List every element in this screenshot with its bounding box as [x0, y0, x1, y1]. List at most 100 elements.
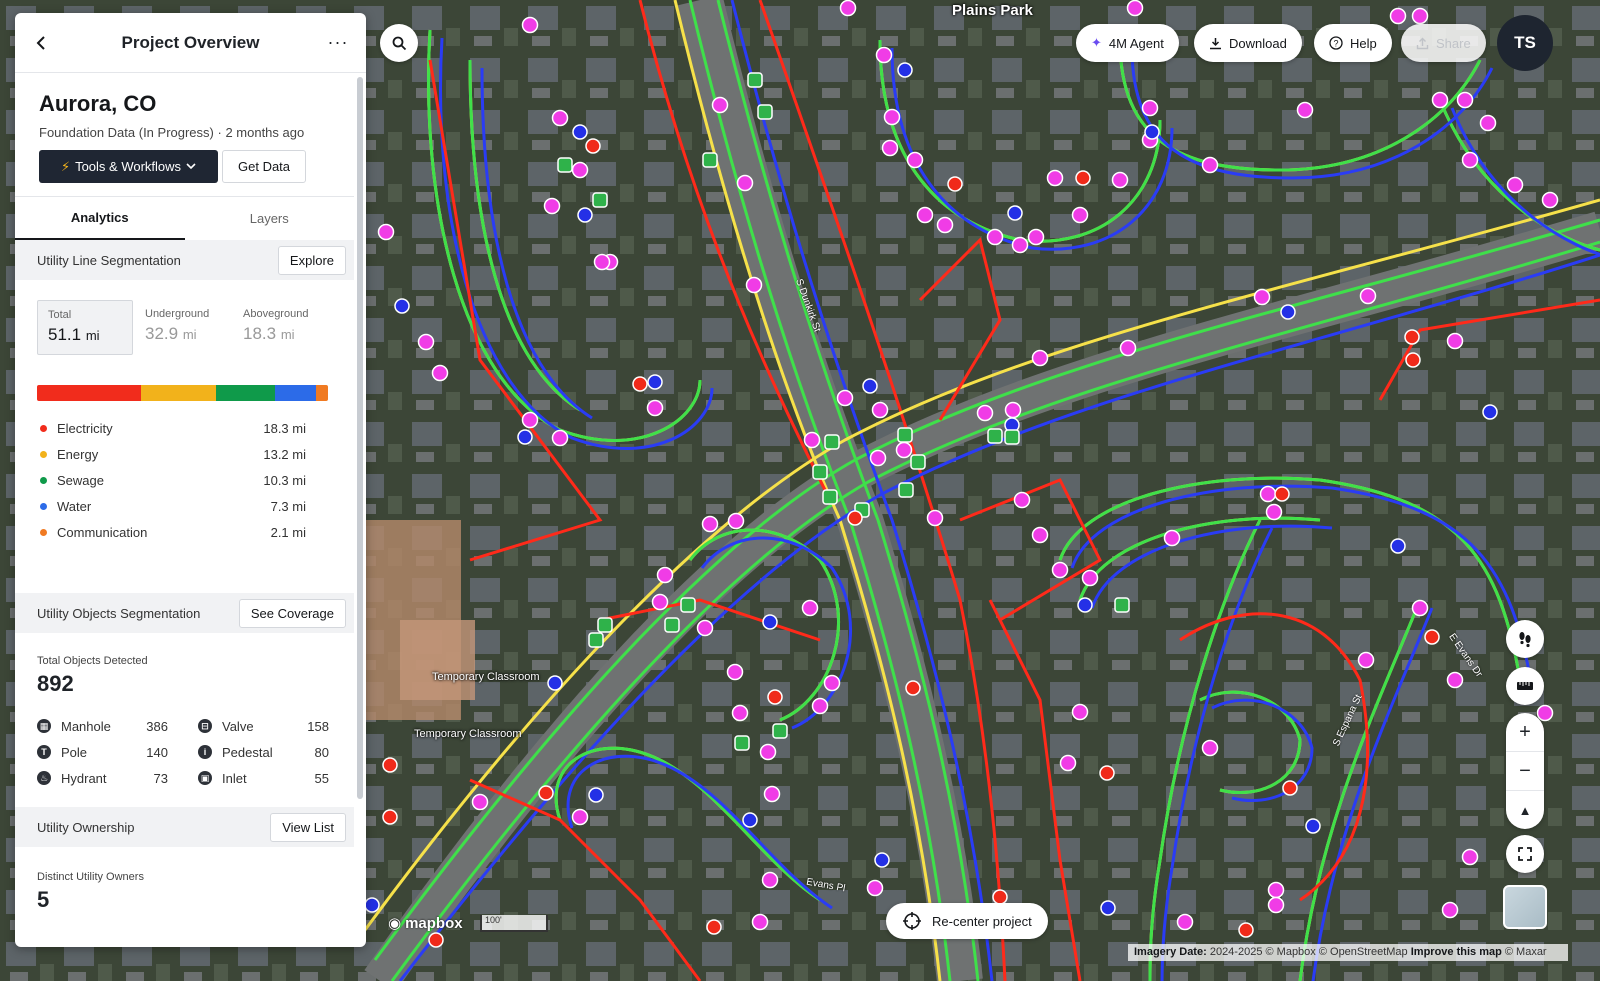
utility-object-marker[interactable]: [869, 449, 887, 467]
pole-marker[interactable]: [905, 680, 921, 696]
utility-object-marker[interactable]: [431, 364, 449, 382]
pole-marker[interactable]: [585, 138, 601, 154]
utility-object-marker[interactable]: [761, 871, 779, 889]
pole-marker[interactable]: [382, 809, 398, 825]
utility-object-marker[interactable]: [906, 151, 924, 169]
utility-object-marker[interactable]: [551, 429, 569, 447]
compass-icon[interactable]: ▲: [1506, 791, 1544, 829]
utility-object-marker[interactable]: [417, 333, 435, 351]
utility-object-marker[interactable]: [1461, 848, 1479, 866]
utility-object-marker[interactable]: [1479, 114, 1497, 132]
hydrant-marker[interactable]: [1077, 597, 1093, 613]
chevron-left-icon[interactable]: [29, 31, 53, 55]
utility-object-marker[interactable]: [1141, 99, 1159, 117]
hydrant-marker[interactable]: [1280, 304, 1296, 320]
inlet-marker[interactable]: [1114, 597, 1130, 613]
street-view-button[interactable]: [1506, 620, 1544, 658]
hydrant-marker[interactable]: [577, 207, 593, 223]
utility-object-marker[interactable]: [976, 404, 994, 422]
utility-object-marker[interactable]: [551, 109, 569, 127]
utility-object-marker[interactable]: [839, 0, 857, 17]
utility-object-marker[interactable]: [763, 785, 781, 803]
fullscreen-button[interactable]: [1506, 835, 1544, 873]
utility-object-marker[interactable]: [1411, 599, 1429, 617]
inlet-marker[interactable]: [822, 489, 838, 505]
utility-object-marker[interactable]: [727, 512, 745, 530]
inlet-marker[interactable]: [987, 428, 1003, 444]
pole-marker[interactable]: [382, 757, 398, 773]
pole-marker[interactable]: [428, 932, 444, 948]
utility-object-marker[interactable]: [1119, 339, 1137, 357]
zoom-in-button[interactable]: +: [1506, 713, 1544, 752]
utility-object-marker[interactable]: [866, 879, 884, 897]
agent-button[interactable]: ✦ 4M Agent: [1076, 24, 1179, 62]
utility-object-marker[interactable]: [986, 228, 1004, 246]
tab-layers[interactable]: Layers: [185, 197, 355, 240]
see-coverage-button[interactable]: See Coverage: [238, 598, 346, 628]
utility-object-marker[interactable]: [1265, 503, 1283, 521]
utility-object-marker[interactable]: [1111, 171, 1129, 189]
basemap-toggle-thumbnail[interactable]: [1503, 885, 1547, 929]
utility-object-marker[interactable]: [1506, 176, 1524, 194]
utility-object-marker[interactable]: [823, 674, 841, 692]
utility-object-marker[interactable]: [751, 913, 769, 931]
utility-object-marker[interactable]: [1267, 896, 1285, 914]
get-data-button[interactable]: Get Data: [222, 150, 307, 183]
pole-marker[interactable]: [1404, 329, 1420, 345]
inlet-marker[interactable]: [824, 434, 840, 450]
utility-object-marker[interactable]: [571, 808, 589, 826]
pole-marker[interactable]: [1282, 780, 1298, 796]
utility-object-marker[interactable]: [1389, 7, 1407, 25]
utility-object-marker[interactable]: [1081, 569, 1099, 587]
utility-object-marker[interactable]: [696, 619, 714, 637]
pole-marker[interactable]: [1424, 629, 1440, 645]
pole-marker[interactable]: [947, 176, 963, 192]
hydrant-marker[interactable]: [1144, 124, 1160, 140]
pole-marker[interactable]: [767, 689, 783, 705]
inlet-marker[interactable]: [680, 597, 696, 613]
hydrant-marker[interactable]: [1390, 538, 1406, 554]
panel-scrollbar[interactable]: [357, 77, 363, 799]
download-button[interactable]: Download: [1194, 24, 1302, 62]
utility-object-marker[interactable]: [521, 16, 539, 34]
utility-object-marker[interactable]: [1004, 401, 1022, 419]
pole-marker[interactable]: [1274, 486, 1290, 502]
utility-object-marker[interactable]: [1431, 91, 1449, 109]
utility-object-marker[interactable]: [1296, 101, 1314, 119]
pole-marker[interactable]: [847, 510, 863, 526]
pole-marker[interactable]: [538, 785, 554, 801]
utility-object-marker[interactable]: [1456, 91, 1474, 109]
inlet-marker[interactable]: [597, 617, 613, 633]
pole-marker[interactable]: [992, 889, 1008, 905]
utility-object-marker[interactable]: [1051, 561, 1069, 579]
utility-object-marker[interactable]: [1031, 349, 1049, 367]
utility-object-marker[interactable]: [1046, 169, 1064, 187]
attribution-credits[interactable]: © Mapbox © OpenStreetMap: [1266, 946, 1408, 958]
tab-analytics[interactable]: Analytics: [15, 197, 185, 240]
inlet-marker[interactable]: [664, 617, 680, 633]
stat-aboveground[interactable]: Aboveground 18.3 mi: [233, 300, 329, 355]
share-button[interactable]: Share: [1401, 24, 1486, 62]
inlet-marker[interactable]: [772, 723, 788, 739]
tools-workflows-button[interactable]: ⚡ Tools & Workflows: [39, 150, 218, 183]
map-search-button[interactable]: [380, 24, 418, 62]
measure-button[interactable]: [1506, 667, 1544, 705]
utility-object-marker[interactable]: [1201, 156, 1219, 174]
inlet-marker[interactable]: [897, 427, 913, 443]
hydrant-marker[interactable]: [762, 614, 778, 630]
hydrant-marker[interactable]: [862, 378, 878, 394]
inlet-marker[interactable]: [812, 464, 828, 480]
utility-object-marker[interactable]: [1027, 228, 1045, 246]
utility-object-marker[interactable]: [726, 663, 744, 681]
utility-object-marker[interactable]: [1011, 236, 1029, 254]
inlet-marker[interactable]: [757, 104, 773, 120]
utility-object-marker[interactable]: [471, 793, 489, 811]
help-button[interactable]: ? Help: [1314, 24, 1392, 62]
hydrant-marker[interactable]: [897, 62, 913, 78]
utility-object-marker[interactable]: [1071, 703, 1089, 721]
utility-object-marker[interactable]: [811, 697, 829, 715]
utility-object-marker[interactable]: [1411, 7, 1429, 25]
utility-object-marker[interactable]: [701, 515, 719, 533]
utility-object-marker[interactable]: [803, 431, 821, 449]
utility-object-marker[interactable]: [736, 174, 754, 192]
